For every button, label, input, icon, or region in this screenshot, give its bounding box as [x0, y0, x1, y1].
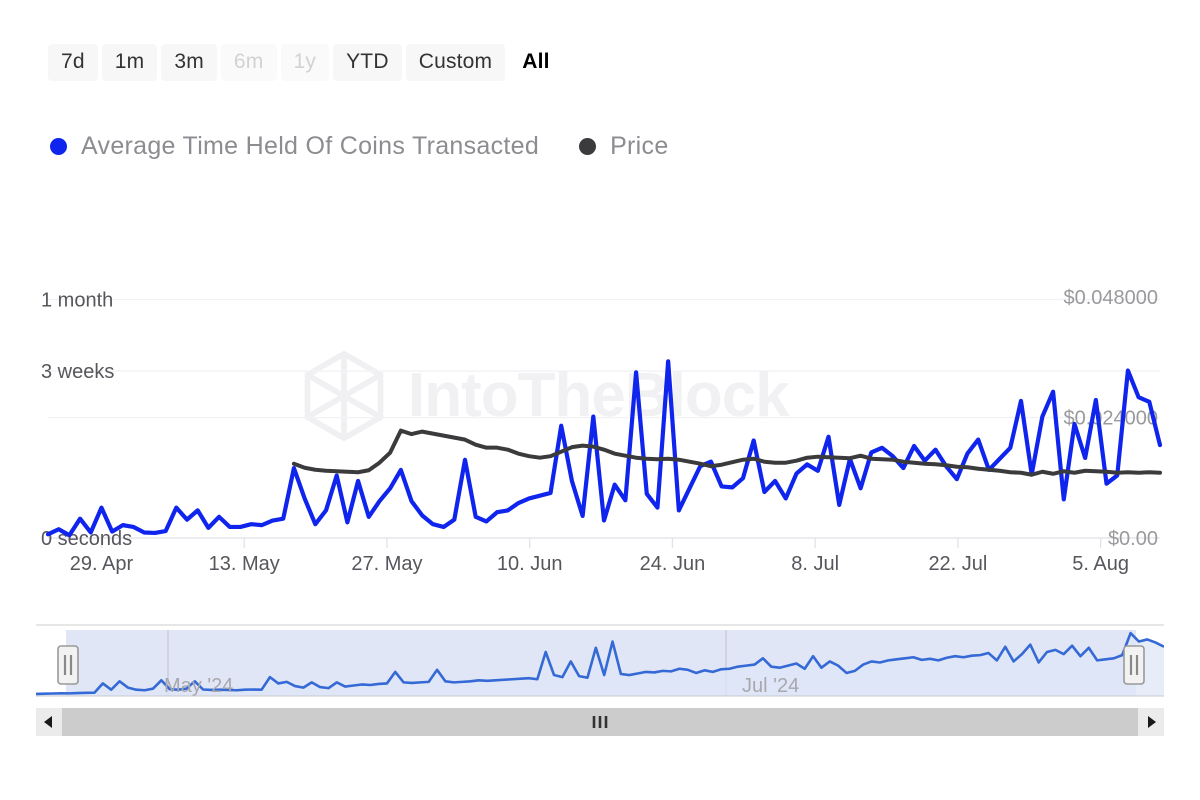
chart-plot-area[interactable]: 29. Apr 13. May 27. May 10. Jun 24. Jun 8. Ju… — [0, 0, 1200, 620]
x-axis-label-0: 29. Apr — [70, 553, 134, 575]
chart-page: 7d 1m 3m 6m 1y YTD Custom All Average Time Held… — [0, 0, 1200, 800]
x-axis-label-2: 27. May — [351, 553, 422, 575]
chart-navigator[interactable]: May '24 Jul '24 — [36, 624, 1164, 706]
chart-scrollbar[interactable] — [36, 708, 1164, 736]
nav-handle-right-body[interactable] — [1123, 645, 1145, 685]
y-right-label-0: $0.00 — [1108, 528, 1158, 550]
chart-svg: 29. Apr 13. May 27. May 10. Jun 24. Jun 8. Ju… — [41, 287, 1163, 575]
nav-handle-left-body[interactable] — [57, 645, 79, 685]
navigator-label-1: Jul '24 — [742, 675, 799, 697]
y-left-label-1: 3 weeks — [41, 361, 114, 383]
nav-handle-left[interactable] — [57, 645, 79, 685]
navigator-label-0: May '24 — [164, 675, 233, 697]
y-left-label-2: 1 month — [41, 290, 113, 312]
scrollbar-svg[interactable] — [36, 708, 1164, 736]
x-axis-label-1: 13. May — [209, 553, 280, 575]
x-axis-label-3: 10. Jun — [497, 553, 563, 575]
x-axis-label-4: 24. Jun — [640, 553, 706, 575]
navigator-svg[interactable]: May '24 Jul '24 — [36, 624, 1164, 706]
y-right-label-2: $0.048000 — [1063, 287, 1158, 309]
x-axis-label-6: 22. Jul — [928, 553, 987, 575]
y-right-label-1: $0.024000 — [1063, 408, 1158, 430]
nav-handle-right[interactable] — [1123, 645, 1145, 685]
x-axis-label-7: 5. Aug — [1072, 553, 1129, 575]
x-axis-label-5: 8. Jul — [791, 553, 839, 575]
